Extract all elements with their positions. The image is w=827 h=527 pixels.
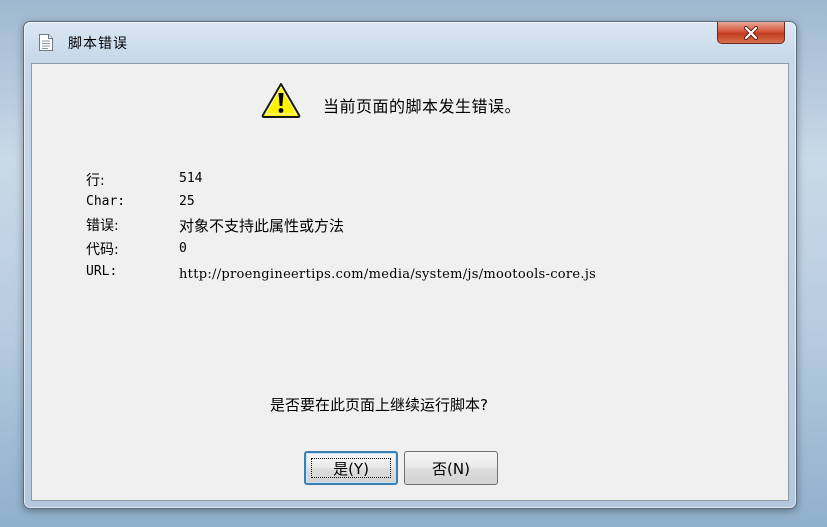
code-label: 代码:	[86, 242, 119, 258]
warning-icon	[261, 83, 301, 118]
document-icon	[39, 34, 53, 51]
title-bar[interactable]: 脚本错误	[24, 22, 796, 62]
char-value: 25	[179, 194, 195, 209]
yes-button-label: 是(Y)	[333, 459, 369, 478]
script-error-dialog: 脚本错误 当前页面的脚本发生错误。 行: 514 Char: 25 错误: 对象…	[23, 21, 797, 509]
code-value: 0	[179, 241, 187, 256]
url-label: URL:	[86, 264, 118, 279]
error-headline: 当前页面的脚本发生错误。	[323, 97, 522, 116]
close-button[interactable]	[717, 22, 785, 44]
no-button[interactable]: 否(N)	[404, 451, 498, 485]
dialog-title: 脚本错误	[68, 36, 128, 52]
yes-button[interactable]: 是(Y)	[304, 451, 398, 485]
line-label: 行:	[86, 173, 105, 189]
no-button-label: 否(N)	[432, 459, 470, 478]
line-value: 514	[179, 171, 203, 186]
error-value: 对象不支持此属性或方法	[179, 217, 345, 235]
char-label: Char:	[86, 194, 126, 209]
dialog-body: 当前页面的脚本发生错误。 行: 514 Char: 25 错误: 对象不支持此属…	[31, 63, 789, 501]
close-icon	[744, 25, 758, 40]
error-label: 错误:	[86, 218, 119, 234]
continue-question: 是否要在此页面上继续运行脚本?	[270, 396, 488, 414]
url-value: http://proengineertips.com/media/system/…	[179, 267, 597, 282]
